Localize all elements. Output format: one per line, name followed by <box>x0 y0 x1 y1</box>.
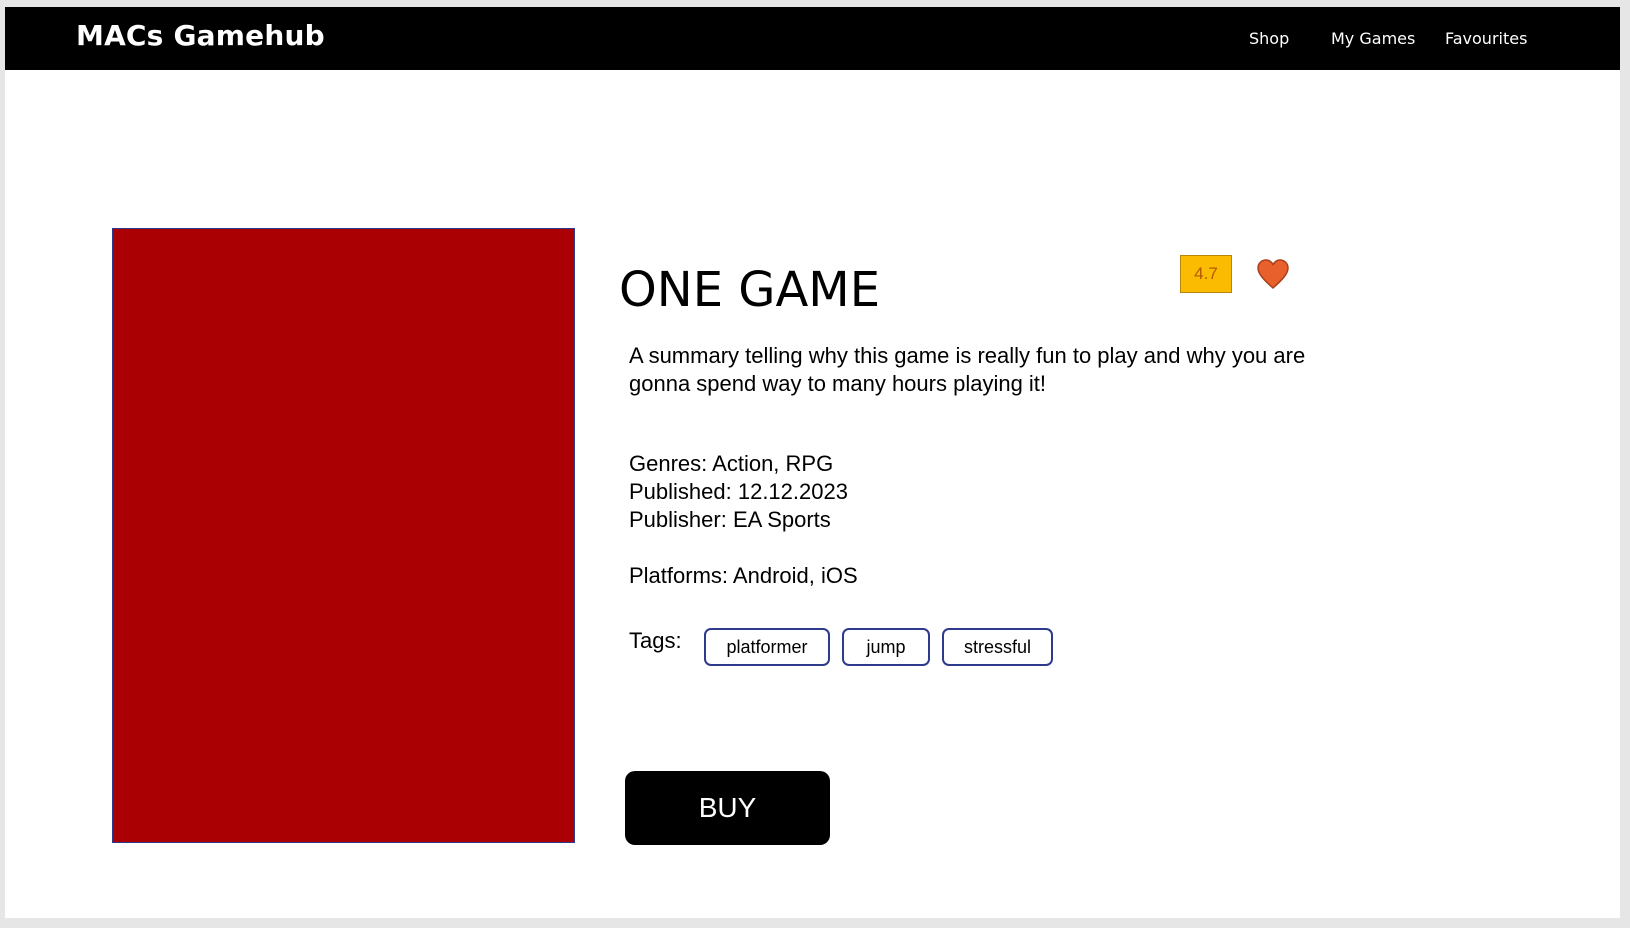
nav-link-favourites[interactable]: Favourites <box>1445 29 1527 48</box>
tag-stressful[interactable]: stressful <box>942 628 1053 666</box>
publisher-text: Publisher: EA Sports <box>629 507 831 532</box>
buy-button[interactable]: BUY <box>625 771 830 845</box>
nav-link-my-games[interactable]: My Games <box>1331 29 1415 48</box>
heart-icon[interactable] <box>1256 258 1290 290</box>
game-title: ONE GAME <box>619 262 881 318</box>
brand-logo[interactable]: MACs Gamehub <box>76 19 325 52</box>
tag-jump[interactable]: jump <box>842 628 930 666</box>
genres-text: Genres: Action, RPG <box>629 451 834 476</box>
published-text: Published: 12.12.2023 <box>629 479 848 504</box>
tags-label: Tags: <box>629 628 682 653</box>
game-summary: A summary telling why this game is reall… <box>629 343 1306 396</box>
rating-badge: 4.7 <box>1180 255 1232 293</box>
tag-platformer[interactable]: platformer <box>704 628 830 666</box>
top-navbar: MACs Gamehub Shop My Games Favourites <box>5 7 1620 70</box>
nav-link-shop[interactable]: Shop <box>1249 29 1289 48</box>
game-cover-image <box>112 228 575 843</box>
platforms-text: Platforms: Android, iOS <box>629 563 858 588</box>
page: MACs Gamehub Shop My Games Favourites ON… <box>5 7 1620 918</box>
